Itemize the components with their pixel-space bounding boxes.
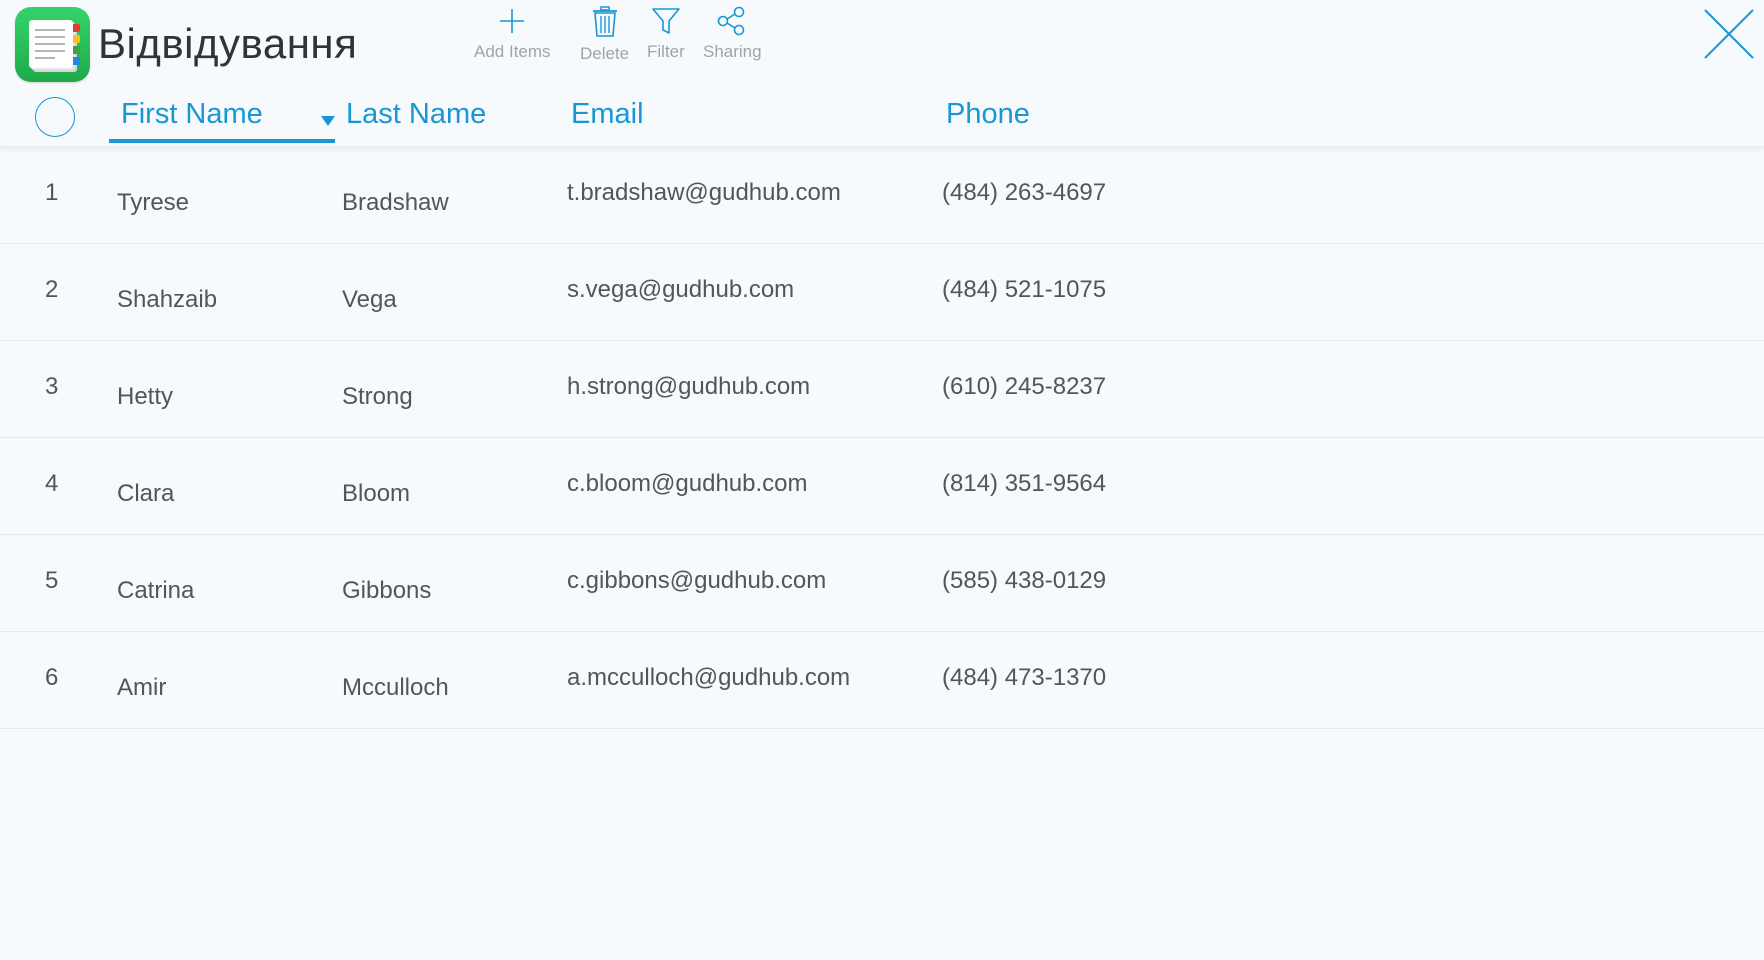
table-row[interactable]: 6 Amir Mcculloch a.mcculloch@gudhub.com … <box>0 632 1764 729</box>
row-number: 6 <box>45 664 59 691</box>
first-name-cell: Hetty <box>117 383 174 410</box>
email-cell: a.mcculloch@gudhub.com <box>567 664 851 691</box>
row-number: 4 <box>45 470 59 497</box>
sharing-button[interactable]: Sharing <box>703 6 762 62</box>
email-cell: s.vega@gudhub.com <box>567 276 795 303</box>
delete-label: Delete <box>580 44 630 63</box>
last-name-cell: Bloom <box>342 480 411 507</box>
first-name-cell: Tyrese <box>117 189 190 216</box>
row-number: 5 <box>45 567 59 594</box>
first-name-cell: Clara <box>117 480 175 507</box>
sort-desc-icon[interactable] <box>321 116 335 126</box>
plus-icon <box>500 9 525 33</box>
last-name-cell: Bradshaw <box>342 189 449 216</box>
notebook-app-icon[interactable] <box>15 7 90 82</box>
phone-cell: (585) 438-0129 <box>942 567 1107 594</box>
phone-cell: (484) 263-4697 <box>942 179 1107 206</box>
table-row[interactable]: 2 Shahzaib Vega s.vega@gudhub.com (484) … <box>0 244 1764 341</box>
last-name-cell: Strong <box>342 383 413 410</box>
email-cell: c.gibbons@gudhub.com <box>567 567 827 594</box>
column-header-phone[interactable]: Phone <box>946 96 1030 132</box>
first-name-cell: Amir <box>117 674 167 701</box>
phone-cell: (484) 473-1370 <box>942 664 1107 691</box>
add-items-label: Add Items <box>474 42 551 61</box>
table-body: 1 Tyrese Bradshaw t.bradshaw@gudhub.com … <box>0 147 1764 729</box>
email-cell: t.bradshaw@gudhub.com <box>567 179 841 206</box>
notebook-paper <box>29 20 73 68</box>
email-cell: h.strong@gudhub.com <box>567 373 811 400</box>
phone-cell: (484) 521-1075 <box>942 276 1107 303</box>
table-row[interactable]: 4 Clara Bloom c.bloom@gudhub.com (814) 3… <box>0 438 1764 535</box>
delete-button[interactable]: Delete <box>580 6 629 64</box>
column-header-last-name[interactable]: Last Name <box>346 96 486 132</box>
close-icon <box>1704 9 1754 59</box>
table-row[interactable]: 1 Tyrese Bradshaw t.bradshaw@gudhub.com … <box>0 147 1764 244</box>
last-name-cell: Vega <box>342 286 397 313</box>
column-header-email[interactable]: Email <box>571 96 644 132</box>
table-row[interactable]: 5 Catrina Gibbons c.gibbons@gudhub.com (… <box>0 535 1764 632</box>
table-header: First Name Last Name Email Phone <box>0 84 1764 147</box>
app-window: Відвідування Add Items Delete Filter Sha… <box>0 0 1764 960</box>
sharing-label: Sharing <box>703 42 762 61</box>
last-name-cell: Gibbons <box>342 577 432 604</box>
page-title: Відвідування <box>98 20 358 67</box>
email-cell: c.bloom@gudhub.com <box>567 470 808 497</box>
active-column-underline <box>109 139 335 143</box>
table-row[interactable]: 3 Hetty Strong h.strong@gudhub.com (610)… <box>0 341 1764 438</box>
row-number: 2 <box>45 276 59 303</box>
last-name-cell: Mcculloch <box>342 674 449 701</box>
phone-cell: (610) 245-8237 <box>942 373 1107 400</box>
filter-button[interactable]: Filter <box>647 6 685 62</box>
filter-label: Filter <box>647 42 685 61</box>
add-items-button[interactable]: Add Items <box>474 6 551 62</box>
first-name-cell: Shahzaib <box>117 286 218 313</box>
trash-icon <box>592 6 617 37</box>
share-icon <box>717 6 745 36</box>
phone-cell: (814) 351-9564 <box>942 470 1107 497</box>
row-number: 3 <box>45 373 59 400</box>
first-name-cell: Catrina <box>117 577 195 604</box>
filter-icon <box>652 8 680 34</box>
select-all-checkbox[interactable] <box>35 97 75 137</box>
row-number: 1 <box>45 179 59 206</box>
close-button[interactable] <box>1703 8 1755 60</box>
column-header-first-name[interactable]: First Name <box>121 96 263 132</box>
